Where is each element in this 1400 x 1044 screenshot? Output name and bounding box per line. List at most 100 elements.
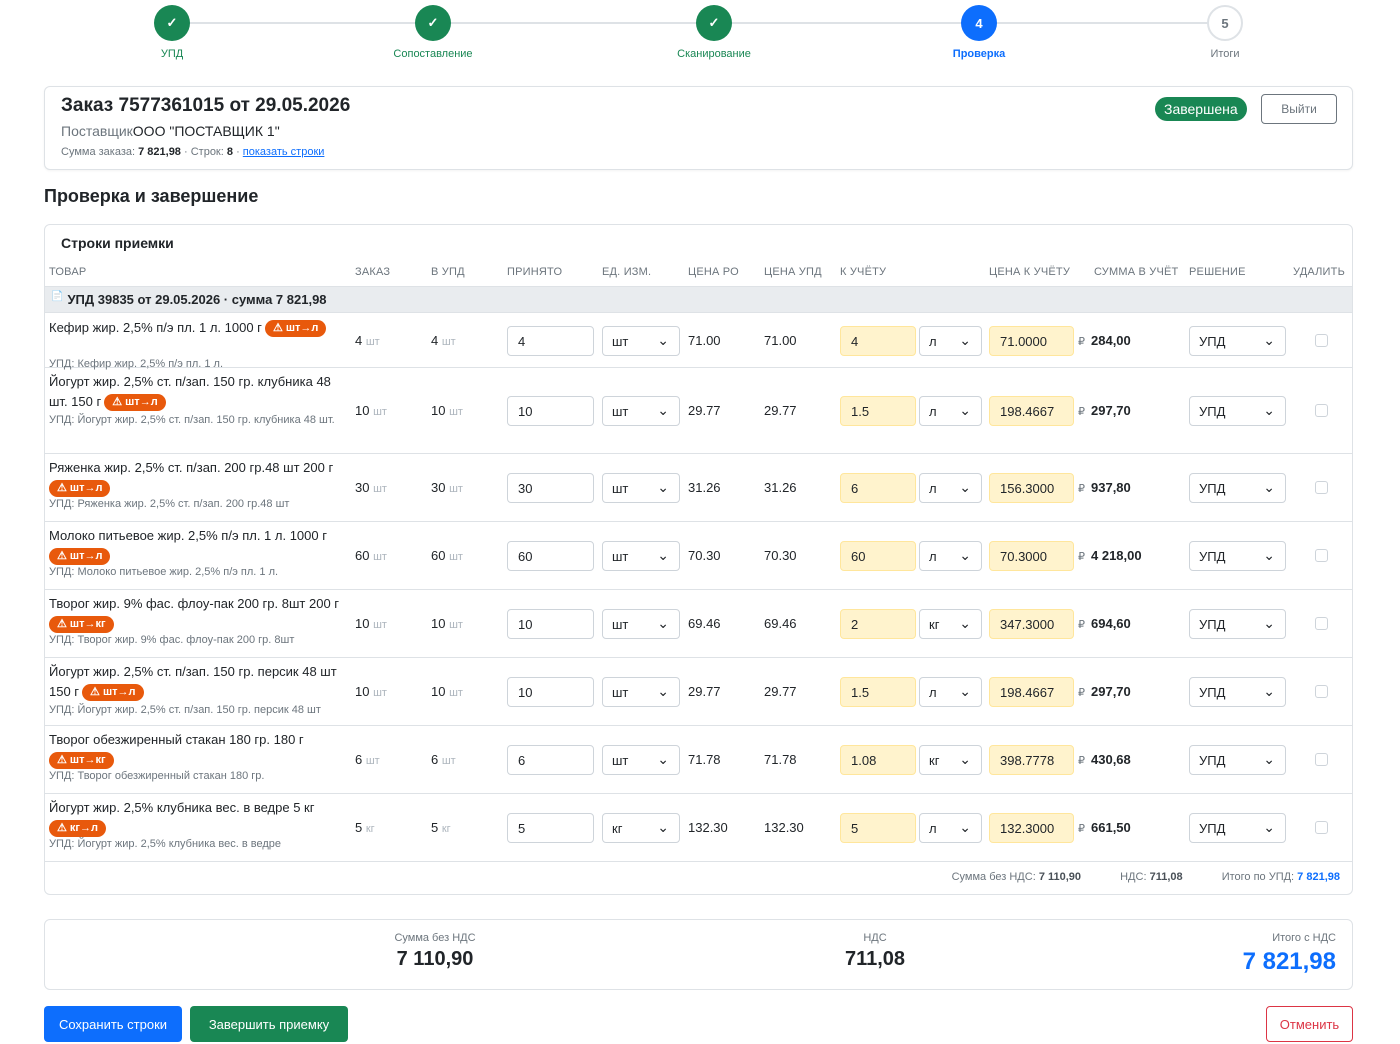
cancel-button[interactable]: Отменить — [1266, 1006, 1353, 1042]
step-upd[interactable]: ✓ УПД — [102, 5, 242, 60]
decision-select[interactable]: УПД ⌄ — [1189, 541, 1286, 571]
order-qty: 30 шт — [355, 480, 387, 495]
account-unit-select[interactable]: кг ⌄ — [919, 609, 982, 639]
decision-value: УПД — [1199, 403, 1226, 419]
unit-select[interactable]: шт ⌄ — [602, 396, 680, 426]
header-sum-account: СУММА В УЧЁТ — [1094, 266, 1179, 278]
delete-checkbox[interactable] — [1315, 685, 1328, 698]
account-unit-select[interactable]: л ⌄ — [919, 326, 982, 356]
to-account-qty-input[interactable]: 2 — [840, 609, 916, 639]
account-unit-select[interactable]: л ⌄ — [919, 677, 982, 707]
total-no-vat-label: Сумма без НДС — [394, 932, 476, 944]
account-unit-select[interactable]: кг ⌄ — [919, 745, 982, 775]
upd-qty-value: 10 — [431, 616, 446, 631]
price-upd: 31.26 — [764, 480, 797, 495]
price-upd: 71.00 — [764, 333, 797, 348]
to-account-qty-input[interactable]: 1.08 — [840, 745, 916, 775]
order-summary-sep: · — [236, 146, 240, 158]
price-account-input[interactable]: 347.3000 — [989, 609, 1074, 639]
to-account-qty-input[interactable]: 1.5 — [840, 396, 916, 426]
order-qty: 10 шт — [355, 684, 387, 699]
product-cell: Йогурт жир. 2,5% ст. п/зап. 150 гр. перс… — [49, 662, 349, 702]
sum-account-value: 297,70 — [1091, 684, 1131, 699]
unit-select[interactable]: шт ⌄ — [602, 609, 680, 639]
price-account-input[interactable]: 132.3000 — [989, 813, 1074, 843]
account-unit-select[interactable]: л ⌄ — [919, 541, 982, 571]
accepted-qty-input[interactable]: 10 — [507, 396, 594, 426]
upd-qty-value: 6 — [431, 752, 439, 767]
product-name: Творог жир. 9% фас. флоу-пак 200 гр. 8шт… — [49, 596, 340, 611]
decision-value: УПД — [1199, 333, 1226, 349]
decision-select[interactable]: УПД ⌄ — [1189, 813, 1286, 843]
step-matching[interactable]: ✓ Сопоставление — [363, 5, 503, 60]
delete-checkbox[interactable] — [1315, 404, 1328, 417]
unit-select[interactable]: шт ⌄ — [602, 473, 680, 503]
chevron-down-icon: ⌄ — [1263, 683, 1275, 699]
price-po: 70.30 — [688, 548, 721, 563]
sum-account: ₽694,60 — [1078, 616, 1131, 631]
product-cell: Творог обезжиренный стакан 180 гр. 180 г… — [49, 730, 349, 770]
upd-qty: 10 шт — [431, 684, 463, 699]
decision-select[interactable]: УПД ⌄ — [1189, 609, 1286, 639]
upd-qty: 30 шт — [431, 480, 463, 495]
to-account-qty-input[interactable]: 4 — [840, 326, 916, 356]
to-account-qty-input[interactable]: 6 — [840, 473, 916, 503]
order-qty-value: 10 — [355, 616, 370, 631]
step-scanning[interactable]: ✓ Сканирование — [644, 5, 784, 60]
decision-select[interactable]: УПД ⌄ — [1189, 677, 1286, 707]
finish-receiving-button[interactable]: Завершить приемку — [190, 1006, 348, 1042]
price-account-input[interactable]: 398.7778 — [989, 745, 1074, 775]
price-account-input[interactable]: 198.4667 — [989, 396, 1074, 426]
accepted-qty-input[interactable]: 6 — [507, 745, 594, 775]
total-vat: НДС 711,08 — [825, 932, 925, 971]
delete-checkbox[interactable] — [1315, 334, 1328, 347]
product-upd-name: УПД: Ряженка жир. 2,5% ст. п/зап. 200 гр… — [49, 498, 290, 510]
account-unit-value: кг — [929, 616, 940, 632]
unit-conversion-badge: ⚠ шт→л — [264, 320, 327, 337]
to-account-qty-input[interactable]: 5 — [840, 813, 916, 843]
unit-select[interactable]: шт ⌄ — [602, 677, 680, 707]
price-account-input[interactable]: 70.3000 — [989, 541, 1074, 571]
account-unit-select[interactable]: л ⌄ — [919, 473, 982, 503]
ruble-icon: ₽ — [1078, 336, 1085, 348]
unit-select[interactable]: шт ⌄ — [602, 541, 680, 571]
decision-select[interactable]: УПД ⌄ — [1189, 326, 1286, 356]
price-account-input[interactable]: 71.0000 — [989, 326, 1074, 356]
accepted-qty-input[interactable]: 10 — [507, 609, 594, 639]
delete-checkbox[interactable] — [1315, 821, 1328, 834]
delete-checkbox[interactable] — [1315, 481, 1328, 494]
show-rows-link[interactable]: показать строки — [243, 146, 325, 158]
unit-select[interactable]: кг ⌄ — [602, 813, 680, 843]
unit-select[interactable]: шт ⌄ — [602, 745, 680, 775]
exit-button[interactable]: Выйти — [1261, 94, 1337, 124]
accepted-qty-input[interactable]: 5 — [507, 813, 594, 843]
order-qty-unit: шт — [365, 336, 380, 348]
step-results[interactable]: 5 Итоги — [1155, 5, 1295, 60]
save-lines-button[interactable]: Сохранить строки — [44, 1006, 182, 1042]
delete-checkbox[interactable] — [1315, 753, 1328, 766]
decision-select[interactable]: УПД ⌄ — [1189, 473, 1286, 503]
to-account-qty-input[interactable]: 1.5 — [840, 677, 916, 707]
chevron-down-icon: ⌄ — [657, 547, 669, 563]
price-account-input[interactable]: 156.3000 — [989, 473, 1074, 503]
step-label: Проверка — [952, 48, 1006, 60]
decision-select[interactable]: УПД ⌄ — [1189, 396, 1286, 426]
chevron-down-icon: ⌄ — [959, 615, 971, 631]
step-review[interactable]: 4 Проверка — [909, 5, 1049, 60]
delete-checkbox[interactable] — [1315, 549, 1328, 562]
price-account-input[interactable]: 198.4667 — [989, 677, 1074, 707]
decision-select[interactable]: УПД ⌄ — [1189, 745, 1286, 775]
order-qty: 4 шт — [355, 333, 380, 348]
to-account-qty-input[interactable]: 60 — [840, 541, 916, 571]
accepted-qty-input[interactable]: 60 — [507, 541, 594, 571]
unit-select[interactable]: шт ⌄ — [602, 326, 680, 356]
sum-account: ₽284,00 — [1078, 333, 1131, 348]
delete-checkbox[interactable] — [1315, 617, 1328, 630]
step-label: Сканирование — [677, 48, 751, 60]
accepted-qty-input[interactable]: 4 — [507, 326, 594, 356]
accepted-qty-input[interactable]: 30 — [507, 473, 594, 503]
accepted-qty-input[interactable]: 10 — [507, 677, 594, 707]
account-unit-select[interactable]: л ⌄ — [919, 813, 982, 843]
order-qty-value: 5 — [355, 820, 363, 835]
account-unit-select[interactable]: л ⌄ — [919, 396, 982, 426]
